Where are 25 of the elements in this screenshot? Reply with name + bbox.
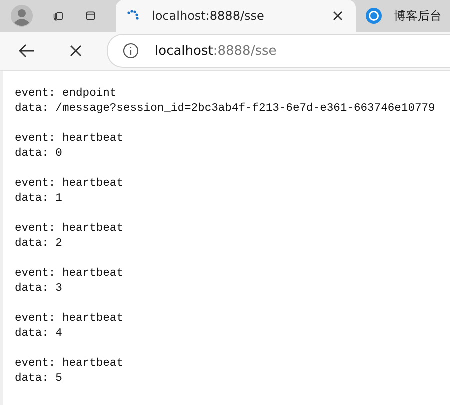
event-line: event: heartbeat	[15, 177, 124, 192]
address-bar[interactable]: localhost:8888/sse	[107, 34, 450, 68]
profile-icon[interactable]	[11, 5, 33, 27]
data-line: data: 3	[15, 282, 64, 297]
tab-title: localhost:8888/sse	[152, 9, 266, 23]
data-line: data: 1	[15, 192, 64, 207]
event-line: event: heartbeat	[15, 267, 124, 282]
browser-tab[interactable]: localhost:8888/sse	[116, 0, 356, 32]
data-line: data: 2	[15, 237, 64, 252]
stop-icon[interactable]	[69, 44, 83, 58]
event-line: event: heartbeat	[15, 222, 124, 237]
event-line: event: endpoint	[15, 87, 118, 102]
data-line: data: 5	[15, 372, 64, 387]
event-line: event: heartbeat	[15, 312, 124, 327]
close-icon[interactable]	[332, 10, 344, 22]
browser-tab[interactable]: 博客后台	[356, 0, 450, 32]
event-line: event: heartbeat	[15, 357, 124, 372]
tab-title: 博客后台	[394, 8, 442, 24]
data-line: data: 0	[15, 147, 64, 162]
data-line: data: 4	[15, 327, 64, 342]
url-text: localhost:8888/sse	[155, 44, 277, 58]
data-line: data: /message?session_id=2bc3ab4f-f213-6e7d-e361-663746e10779	[15, 102, 436, 117]
event-line: event: heartbeat	[15, 132, 124, 147]
back-icon[interactable]	[18, 42, 36, 60]
info-icon	[123, 43, 139, 59]
